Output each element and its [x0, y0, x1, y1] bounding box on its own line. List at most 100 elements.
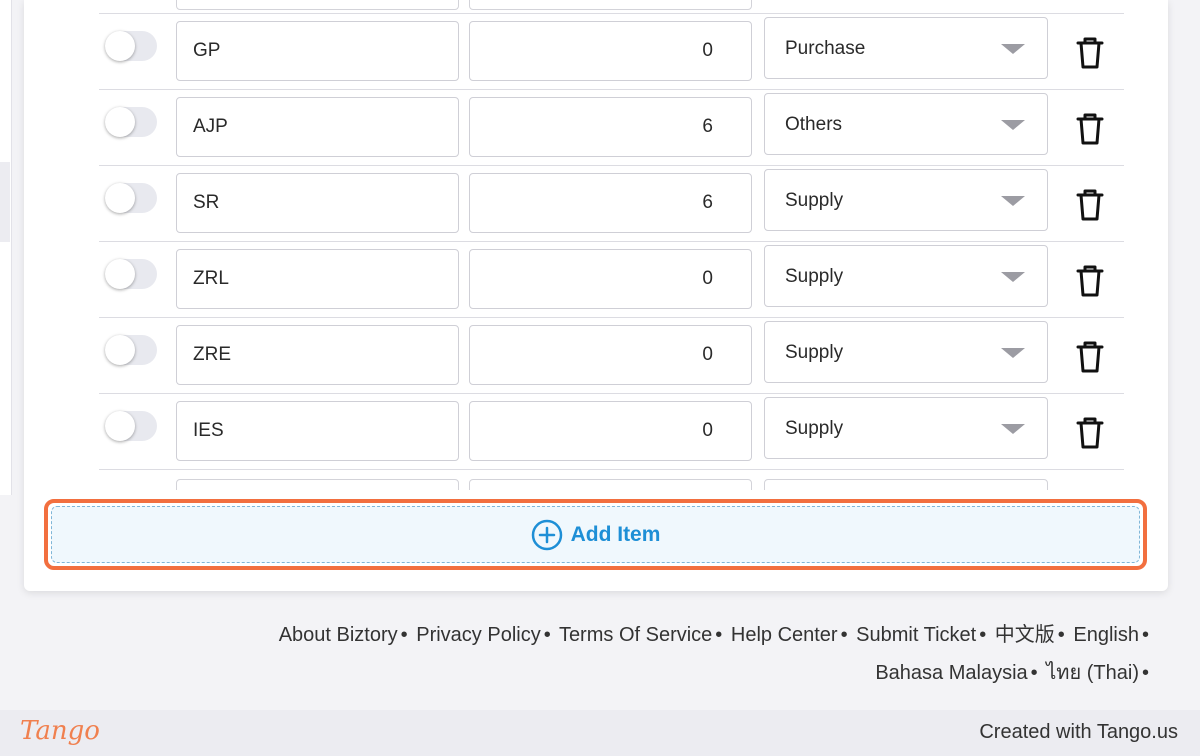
type-value: Purchase: [785, 38, 866, 59]
footer-separator: •: [543, 624, 551, 646]
toggle-knob: [105, 259, 135, 289]
caret-down-icon: [1001, 196, 1025, 206]
code-value: ZRL: [193, 268, 229, 289]
footer-separator: •: [840, 624, 848, 646]
toggle-knob: [105, 31, 135, 61]
caret-down-icon: [1001, 348, 1025, 358]
tango-logo: Tango: [20, 716, 100, 746]
trash-icon[interactable]: [1075, 36, 1105, 70]
footer-link-ticket[interactable]: Submit Ticket: [856, 624, 976, 646]
footer-line-1: About Biztory • Privacy Policy • Terms Of …: [152, 616, 1152, 654]
qty-field[interactable]: 0: [469, 249, 752, 309]
type-select[interactable]: Others: [764, 93, 1048, 155]
type-select-partial[interactable]: [764, 479, 1048, 490]
footer-separator: •: [1141, 662, 1149, 684]
type-select[interactable]: Supply: [764, 245, 1048, 307]
toggle-knob: [105, 183, 135, 213]
footer-link-malay[interactable]: Bahasa Malaysia: [875, 662, 1027, 684]
qty-field-partial[interactable]: [469, 0, 752, 10]
qty-field[interactable]: 6: [469, 97, 752, 157]
row-toggle[interactable]: [105, 411, 157, 441]
type-select[interactable]: Supply: [764, 397, 1048, 459]
table-row: SR 6 Supply: [99, 166, 1124, 242]
code-field[interactable]: IES: [176, 401, 459, 461]
add-item-button[interactable]: Add Item: [51, 506, 1140, 563]
code-value: AJP: [193, 116, 228, 137]
type-value: Supply: [785, 266, 844, 287]
code-value: SR: [193, 192, 220, 213]
code-value: ZRE: [193, 344, 231, 365]
tango-watermark-bar: Tango Created with Tango.us: [0, 710, 1200, 756]
type-value: Supply: [785, 190, 844, 211]
qty-field[interactable]: 0: [469, 325, 752, 385]
table-row: ZRL 0 Supply: [99, 242, 1124, 318]
type-value: Supply: [785, 342, 844, 363]
qty-value: 0: [702, 344, 713, 365]
code-field[interactable]: SR: [176, 173, 459, 233]
code-field[interactable]: AJP: [176, 97, 459, 157]
row-toggle[interactable]: [105, 259, 157, 289]
footer-separator: •: [979, 624, 987, 646]
code-value: IES: [193, 420, 224, 441]
toggle-knob: [105, 335, 135, 365]
type-select[interactable]: Supply: [764, 321, 1048, 383]
type-select[interactable]: Supply: [764, 169, 1048, 231]
table-row: ZRE 0 Supply: [99, 318, 1124, 394]
add-item-label: Add Item: [570, 522, 661, 546]
row-toggle[interactable]: [105, 107, 157, 137]
code-field-partial[interactable]: [176, 479, 459, 490]
background-panel: [0, 0, 12, 495]
trash-icon[interactable]: [1075, 188, 1105, 222]
type-value: Others: [785, 114, 843, 135]
footer-links: About Biztory • Privacy Policy • Terms Of …: [152, 616, 1152, 692]
qty-field[interactable]: 0: [469, 401, 752, 461]
type-value: Supply: [785, 418, 844, 439]
qty-field-partial[interactable]: [469, 479, 752, 490]
background-panel-shade: [0, 162, 10, 242]
caret-down-icon: [1001, 44, 1025, 54]
row-partial-top: [99, 0, 1124, 14]
footer-separator: •: [400, 624, 408, 646]
footer-link-chinese[interactable]: 中文版: [995, 624, 1055, 646]
row-toggle[interactable]: [105, 183, 157, 213]
table-row: AJP 6 Others: [99, 90, 1124, 166]
trash-icon[interactable]: [1075, 340, 1105, 374]
trash-icon[interactable]: [1075, 112, 1105, 146]
caret-down-icon: [1001, 424, 1025, 434]
qty-field[interactable]: 6: [469, 173, 752, 233]
footer-separator: •: [1141, 624, 1149, 646]
qty-value: 6: [702, 116, 713, 137]
qty-value: 0: [702, 40, 713, 61]
footer-link-privacy[interactable]: Privacy Policy: [416, 624, 540, 646]
code-field[interactable]: ZRL: [176, 249, 459, 309]
footer-link-about[interactable]: About Biztory: [279, 624, 398, 646]
footer-separator: •: [715, 624, 723, 646]
qty-value: 0: [702, 268, 713, 289]
trash-icon[interactable]: [1075, 264, 1105, 298]
code-field[interactable]: ZRE: [176, 325, 459, 385]
table-row: IES 0 Supply: [99, 394, 1124, 470]
caret-down-icon: [1001, 272, 1025, 282]
row-toggle[interactable]: [105, 335, 157, 365]
qty-value: 6: [702, 192, 713, 213]
footer-separator: •: [1030, 662, 1038, 684]
row-partial-bottom: [99, 471, 1124, 490]
add-item-highlight: Add Item: [44, 499, 1147, 570]
code-field-partial[interactable]: [176, 0, 459, 10]
code-field[interactable]: GP: [176, 21, 459, 81]
footer-link-english[interactable]: English: [1073, 624, 1139, 646]
tango-credit: Created with Tango.us: [979, 721, 1178, 743]
plus-circle-icon: [531, 519, 562, 550]
row-toggle[interactable]: [105, 31, 157, 61]
caret-down-icon: [1001, 120, 1025, 130]
tax-code-rows: GP 0 Purchase AJP 6 Others SR 6 Supply Z…: [99, 0, 1124, 490]
trash-icon[interactable]: [1075, 416, 1105, 450]
footer-line-2: Bahasa Malaysia • ไทย (Thai) •: [152, 654, 1152, 692]
footer-link-thai[interactable]: ไทย (Thai): [1046, 662, 1139, 684]
footer-link-help[interactable]: Help Center: [731, 624, 838, 646]
type-select[interactable]: Purchase: [764, 17, 1048, 79]
toggle-knob: [105, 411, 135, 441]
qty-field[interactable]: 0: [469, 21, 752, 81]
toggle-knob: [105, 107, 135, 137]
footer-link-terms[interactable]: Terms Of Service: [559, 624, 712, 646]
